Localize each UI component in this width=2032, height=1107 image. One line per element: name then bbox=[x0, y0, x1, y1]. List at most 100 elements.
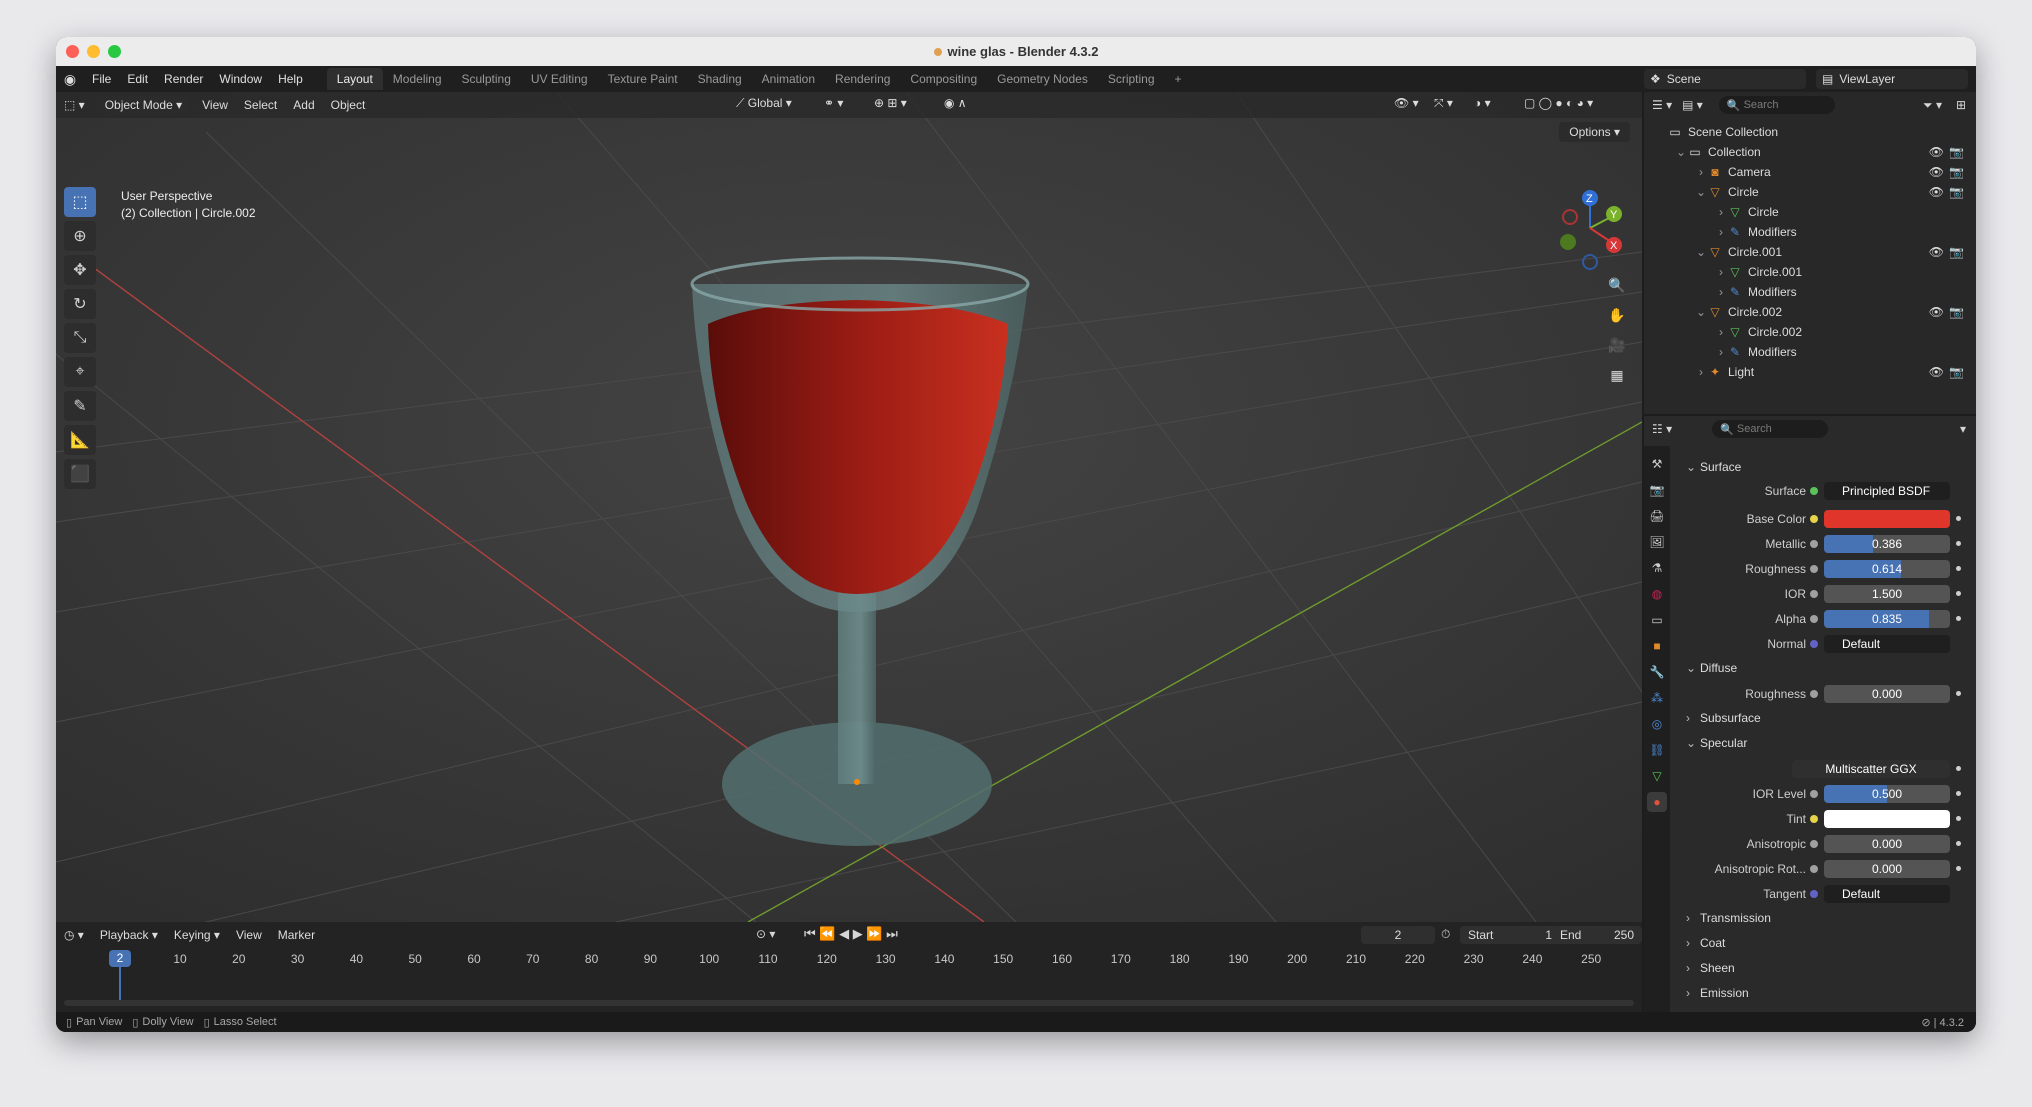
render-visibility-icon[interactable]: 📷 bbox=[1949, 165, 1964, 179]
playback-controls[interactable]: ⏮ ⏪ ◀ ▶ ⏩ ⏭ bbox=[804, 926, 898, 942]
emission-section-header[interactable]: › Emission bbox=[1686, 982, 1749, 1004]
tab-sculpting[interactable]: Sculpting bbox=[452, 68, 521, 90]
timeline-scrollbar[interactable] bbox=[64, 1000, 1634, 1006]
blender-logo-icon[interactable]: ◉ bbox=[56, 71, 84, 88]
view-layer-selector[interactable]: ▤ ViewLayer bbox=[1816, 69, 1968, 89]
coat-section-header[interactable]: › Coat bbox=[1686, 932, 1725, 954]
menu-select[interactable]: Select bbox=[236, 98, 285, 112]
tab-scripting[interactable]: Scripting bbox=[1098, 68, 1165, 90]
surface-section-header[interactable]: ⌄ Surface bbox=[1686, 456, 1741, 478]
chevron-right-icon[interactable]: › bbox=[1694, 165, 1708, 179]
tangent-field[interactable]: Default bbox=[1824, 885, 1950, 903]
keyframe-dot-icon[interactable] bbox=[1956, 591, 1961, 596]
end-frame-field[interactable]: End 250 bbox=[1552, 926, 1642, 944]
menu-view[interactable]: View bbox=[194, 98, 236, 112]
cursor-tool-icon[interactable]: ⊕ bbox=[64, 221, 96, 251]
snap-icon[interactable]: ⊕ ⊞ ▾ bbox=[866, 96, 915, 110]
ior-field[interactable]: 1.500 bbox=[1824, 585, 1950, 603]
output-tab-icon[interactable]: 🖨 bbox=[1647, 506, 1667, 526]
distribution-dropdown[interactable]: Multiscatter GGX bbox=[1792, 760, 1950, 778]
menu-marker[interactable]: Marker bbox=[270, 928, 323, 942]
add-workspace-button[interactable]: + bbox=[1165, 68, 1192, 90]
outliner-row[interactable]: ⌄ ▽ Circle 👁 📷 bbox=[1644, 182, 1976, 202]
render-visibility-icon[interactable]: 📷 bbox=[1949, 245, 1964, 259]
chevron-down-icon[interactable]: ⌄ bbox=[1694, 185, 1708, 199]
chevron-down-icon[interactable]: ⌄ bbox=[1694, 305, 1708, 319]
outliner-row[interactable]: › ▽ Circle.002 bbox=[1644, 322, 1976, 342]
properties-search-input[interactable]: 🔍 Search bbox=[1712, 420, 1829, 438]
specular-section-header[interactable]: ⌄ Specular bbox=[1686, 732, 1747, 754]
keyframe-dot-icon[interactable] bbox=[1956, 541, 1961, 546]
menu-keying[interactable]: Keying ▾ bbox=[166, 928, 228, 942]
tint-swatch[interactable] bbox=[1824, 810, 1950, 828]
keyframe-dot-icon[interactable] bbox=[1956, 516, 1961, 521]
physics-tab-icon[interactable]: ◎ bbox=[1647, 714, 1667, 734]
outliner-row[interactable]: › ✎ Modifiers bbox=[1644, 222, 1976, 242]
menu-edit[interactable]: Edit bbox=[119, 72, 156, 86]
preview-range-icon[interactable]: ⏱ bbox=[1441, 927, 1450, 942]
add-cube-tool-icon[interactable]: ⬛ bbox=[64, 459, 96, 489]
keyframe-dot-icon[interactable] bbox=[1956, 691, 1961, 696]
tab-texture-paint[interactable]: Texture Paint bbox=[598, 68, 688, 90]
chevron-right-icon[interactable]: › bbox=[1714, 225, 1728, 239]
keyframe-dot-icon[interactable] bbox=[1956, 841, 1961, 846]
current-frame-field[interactable]: 2 bbox=[1361, 926, 1435, 944]
3d-viewport[interactable]: Z Y X ⬚ ▾ Object Mode ▾ View Select Add … bbox=[56, 92, 1642, 922]
data-tab-icon[interactable]: ▽ bbox=[1647, 766, 1667, 786]
maximize-window-button[interactable] bbox=[108, 45, 121, 58]
perspective-toggle-icon[interactable]: ▦ bbox=[1604, 362, 1630, 388]
transmission-section-header[interactable]: › Transmission bbox=[1686, 907, 1771, 929]
transform-tool-icon[interactable]: ⌖ bbox=[64, 357, 96, 387]
timeline-ruler[interactable]: 10 20 30 40 50 60 70 80 90 100 110 120 130 140 150 160 1… bbox=[56, 950, 1642, 970]
keyframe-dot-icon[interactable] bbox=[1956, 791, 1961, 796]
chevron-down-icon[interactable]: ⌄ bbox=[1694, 245, 1708, 259]
chevron-right-icon[interactable]: › bbox=[1714, 205, 1728, 219]
menu-render[interactable]: Render bbox=[156, 72, 211, 86]
tab-modeling[interactable]: Modeling bbox=[383, 68, 452, 90]
tab-shading[interactable]: Shading bbox=[688, 68, 752, 90]
move-tool-icon[interactable]: ✥ bbox=[64, 255, 96, 285]
tab-rendering[interactable]: Rendering bbox=[825, 68, 900, 90]
gizmo-toggle-icon[interactable]: ⤧ ▾ bbox=[1426, 96, 1461, 111]
visibility-eye-icon[interactable]: 👁 bbox=[1929, 145, 1944, 159]
playhead[interactable]: 2 bbox=[109, 950, 131, 967]
outliner-row[interactable]: › ✎ Modifiers bbox=[1644, 282, 1976, 302]
menu-file[interactable]: File bbox=[84, 72, 119, 86]
outliner-row[interactable]: ⌄ ▽ Circle.001 👁 📷 bbox=[1644, 242, 1976, 262]
visibility-eye-icon[interactable]: 👁 bbox=[1929, 185, 1944, 199]
anisotropic-field[interactable]: 0.000 bbox=[1824, 835, 1950, 853]
chevron-right-icon[interactable]: › bbox=[1694, 365, 1708, 379]
render-visibility-icon[interactable]: 📷 bbox=[1949, 145, 1964, 159]
keyframe-dot-icon[interactable] bbox=[1956, 766, 1961, 771]
scene-selector[interactable]: ❖ Scene bbox=[1644, 69, 1806, 89]
visibility-eye-icon[interactable]: 👁 bbox=[1929, 165, 1944, 179]
timeline-editor[interactable]: ◷ ▾ Playback ▾ Keying ▾ View Marker ⊙ ▾ … bbox=[56, 922, 1642, 1012]
object-mode-dropdown[interactable]: Object Mode ▾ bbox=[96, 95, 191, 115]
zoom-icon[interactable]: 🔍 bbox=[1604, 272, 1630, 298]
visibility-eye-icon[interactable]: 👁 bbox=[1929, 305, 1944, 319]
diffuse-roughness-field[interactable]: 0.000 bbox=[1824, 685, 1950, 703]
visibility-eye-icon[interactable]: 👁 bbox=[1929, 365, 1944, 379]
pan-hand-icon[interactable]: ✋ bbox=[1604, 302, 1630, 328]
options-dropdown[interactable]: Options ▾ bbox=[1559, 122, 1630, 142]
annotate-tool-icon[interactable]: ✎ bbox=[64, 391, 96, 421]
outliner-row[interactable]: ▭ Scene Collection bbox=[1644, 122, 1976, 142]
keyframe-dot-icon[interactable] bbox=[1956, 866, 1961, 871]
menu-help[interactable]: Help bbox=[270, 72, 311, 86]
minimize-window-button[interactable] bbox=[87, 45, 100, 58]
menu-timeline-view[interactable]: View bbox=[228, 928, 270, 942]
editor-type-icon[interactable]: ⬚ ▾ bbox=[56, 98, 93, 112]
chevron-right-icon[interactable]: › bbox=[1714, 265, 1728, 279]
tab-layout[interactable]: Layout bbox=[326, 68, 383, 90]
render-visibility-icon[interactable]: 📷 bbox=[1949, 185, 1964, 199]
modifier-tab-icon[interactable]: 🔧 bbox=[1647, 662, 1667, 682]
subsurface-section-header[interactable]: › Subsurface bbox=[1686, 707, 1761, 729]
transform-orientation-dropdown[interactable]: ⟋ Global ▾ bbox=[728, 96, 800, 111]
render-visibility-icon[interactable]: 📷 bbox=[1949, 305, 1964, 319]
keyframe-dot-icon[interactable] bbox=[1956, 816, 1961, 821]
proportional-edit-icon[interactable]: ◉ ∧ bbox=[936, 96, 975, 110]
keyframe-dot-icon[interactable] bbox=[1956, 566, 1961, 571]
diffuse-section-header[interactable]: ⌄ Diffuse bbox=[1686, 657, 1737, 679]
properties-options-icon[interactable]: ▾ bbox=[1960, 422, 1966, 436]
surface-shader-field[interactable]: Principled BSDF bbox=[1824, 482, 1950, 500]
